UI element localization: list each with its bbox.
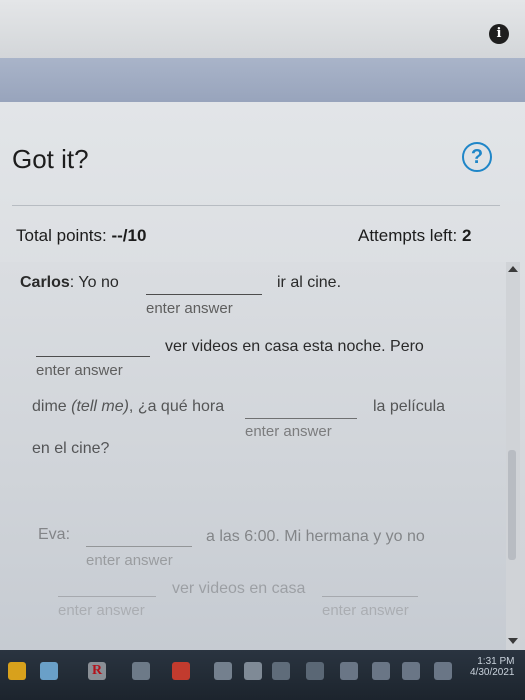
carlos-text-1: : Yo no — [69, 274, 119, 291]
total-points-label: Total points: — [16, 226, 112, 245]
answer-placeholder-4: enter answer — [86, 552, 173, 569]
app-icon[interactable] — [372, 662, 390, 680]
total-points-value: --/10 — [111, 226, 147, 245]
carlos-text-5: la película — [373, 398, 446, 415]
answer-placeholder-2: enter answer — [36, 362, 123, 379]
scroll-down-arrow-icon[interactable] — [508, 638, 518, 644]
attempts-label: Attempts left: — [358, 226, 462, 245]
app-header-band — [0, 58, 525, 103]
answer-input-4[interactable] — [86, 546, 192, 547]
scroll-thumb[interactable] — [508, 450, 516, 560]
volume-icon[interactable] — [402, 662, 420, 680]
carlos-text-3: ver videos en casa esta noche. Pero — [165, 338, 424, 355]
r-app-icon[interactable]: R — [88, 662, 106, 680]
app-icon[interactable] — [172, 662, 190, 680]
answer-placeholder-1: enter answer — [146, 300, 233, 317]
windows-icon[interactable] — [272, 662, 290, 680]
carlos-text-2: ir al cine. — [277, 274, 342, 291]
app-icon[interactable] — [40, 662, 58, 680]
exercise-content: Carlos: Yo no enter answer ir al cine. e… — [0, 262, 508, 650]
carlos-dime: dime — [32, 398, 67, 415]
taskbar: R 1:31 PM 4/30/2021 — [0, 650, 525, 700]
scroll-up-arrow-icon[interactable] — [508, 266, 518, 272]
answer-input-5[interactable] — [58, 596, 156, 597]
app-icon[interactable] — [244, 662, 262, 680]
speaker-eva: Eva: — [38, 526, 71, 543]
speaker-carlos: Carlos — [20, 274, 70, 291]
answer-placeholder-6: enter answer — [322, 602, 409, 619]
answer-input-1[interactable] — [146, 294, 262, 295]
cloud-icon[interactable] — [340, 662, 358, 680]
app-icon[interactable] — [306, 662, 324, 680]
attempts-value: 2 — [461, 226, 472, 245]
eva-text-1: a las 6:00. Mi hermana y yo no — [206, 528, 425, 545]
carlos-text-4: dime (tell me), ¿a qué hora — [32, 398, 224, 416]
carlos-text-6: en el cine? — [32, 440, 110, 457]
answer-input-2[interactable] — [36, 356, 150, 357]
carlos-tell-me: (tell me) — [71, 398, 129, 415]
browser-top-bar: i — [0, 0, 525, 58]
carlos-que-hora: , ¿a qué hora — [128, 398, 225, 415]
clock-date: 4/30/2021 — [470, 667, 515, 678]
answer-placeholder-5: enter answer — [58, 602, 145, 619]
clock-time: 1:31 PM — [477, 656, 515, 667]
help-icon[interactable]: ? — [462, 142, 492, 172]
page-title: Got it? — [12, 144, 89, 174]
lock-icon[interactable] — [8, 662, 26, 680]
eva-text-2: ver videos en casa — [172, 580, 306, 597]
app-icon[interactable] — [214, 662, 232, 680]
app-icon[interactable] — [132, 662, 150, 680]
info-icon[interactable]: i — [489, 24, 509, 44]
answer-input-3[interactable] — [245, 418, 357, 419]
total-points: Total points: --/10 — [16, 226, 146, 246]
answer-input-6[interactable] — [322, 596, 418, 597]
network-icon[interactable] — [434, 662, 452, 680]
answer-placeholder-3: enter answer — [245, 423, 332, 440]
content-scrollbar[interactable] — [506, 262, 520, 650]
attempts-left: Attempts left: 2 — [358, 226, 471, 246]
speaker-carlos-line: Carlos: Yo no — [20, 274, 119, 292]
divider — [12, 205, 500, 206]
taskbar-clock[interactable]: 1:31 PM 4/30/2021 — [470, 656, 515, 678]
